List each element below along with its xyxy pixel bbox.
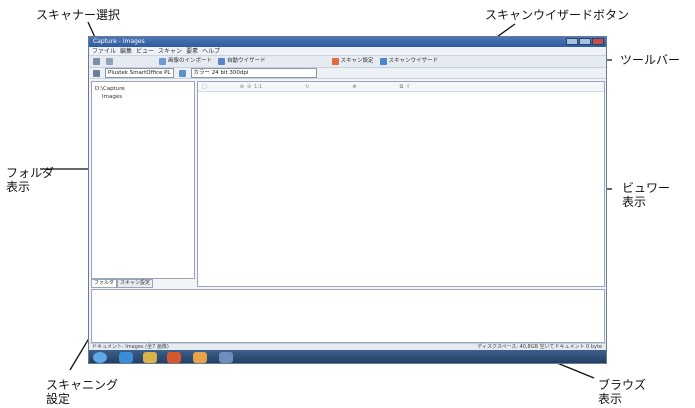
scanner-toolbar: Plustek SmartOffice PL カラー 24 bit 300dpi (89, 68, 606, 79)
capture-app-icon[interactable] (219, 352, 233, 363)
rotate-icon[interactable]: ↻ (305, 84, 309, 90)
menu-file[interactable]: ファイル (92, 47, 116, 55)
scan-wizard-button[interactable]: スキャンウイザード (378, 57, 441, 66)
auto-wizard-button[interactable]: 自動ウイザード (216, 57, 268, 66)
wizard-icon (218, 58, 226, 65)
tree-item-capture[interactable]: D:\Capture (92, 85, 194, 93)
scanner-icon (91, 69, 102, 78)
fit-icon[interactable]: ▢ (202, 84, 207, 90)
scan-settings-icon (331, 58, 339, 65)
actual-size-icon[interactable]: 1:1 (254, 84, 262, 90)
close-button[interactable] (592, 38, 604, 45)
tab-folder[interactable]: フォルダ (91, 279, 118, 288)
browser-icon[interactable] (119, 352, 133, 363)
menu-help[interactable]: ヘルプ (202, 47, 220, 55)
app-icon[interactable] (193, 352, 207, 363)
menu-elements[interactable]: 要素 (186, 47, 198, 55)
copy-icon[interactable]: ⧉ (400, 84, 404, 90)
window-title: Capture - Images (93, 38, 145, 45)
color-mode-icon (177, 69, 188, 78)
scan-button[interactable] (91, 57, 102, 66)
taskbar (89, 350, 606, 363)
import-image-button[interactable]: 画像のインポート (157, 57, 214, 66)
scan-settings-button[interactable]: スキャン設定 (330, 57, 376, 66)
minimize-button[interactable] (566, 38, 578, 45)
menu-edit[interactable]: 編集 (120, 47, 132, 55)
viewer-panel: ▢ ⊕ ⊖ 1:1 ↻ ✥ ⧉ ⇪ (197, 81, 605, 287)
move-icon[interactable]: ✥ (352, 84, 356, 90)
zoom-out-icon[interactable]: ⊖ (247, 84, 251, 90)
tree-item-images[interactable]: Images (92, 93, 194, 101)
zoom-in-icon[interactable]: ⊕ (240, 84, 244, 90)
folder-icon[interactable] (143, 352, 157, 363)
title-bar: Capture - Images (89, 37, 606, 47)
panel-tabs: フォルダ スキャン設定 (91, 279, 195, 288)
auto-wizard-label: 自動ウイザード (227, 58, 266, 64)
scan-settings-label: スキャン設定 (340, 58, 374, 64)
menu-scan[interactable]: スキャン (158, 47, 182, 55)
color-mode-select[interactable]: カラー 24 bit 300dpi (190, 68, 317, 78)
tab-scan-settings[interactable]: スキャン設定 (117, 279, 154, 288)
main-toolbar: 画像のインポート 自動ウイザード スキャン設定 スキャンウイザード (89, 56, 606, 68)
menu-view[interactable]: ビュー (136, 47, 154, 55)
folder-panel: D:\Capture Images (91, 81, 195, 279)
start-icon[interactable] (93, 352, 107, 363)
import-icon (159, 58, 166, 65)
scan-wizard-icon (379, 58, 387, 65)
scan-wizard-label: スキャンウイザード (388, 58, 439, 64)
viewer-toolbar: ▢ ⊕ ⊖ 1:1 ↻ ✥ ⧉ ⇪ (198, 82, 604, 92)
export-icon[interactable]: ⇪ (406, 84, 410, 90)
scanner-select[interactable]: Plustek SmartOffice PL (105, 68, 174, 78)
print-button[interactable] (104, 57, 115, 66)
software-window: Capture - Images ファイル 編集 ビュー スキャン 要素 ヘルプ… (88, 36, 607, 364)
browse-panel (91, 289, 605, 343)
menu-bar: ファイル 編集 ビュー スキャン 要素 ヘルプ (89, 47, 606, 56)
media-icon[interactable] (167, 352, 181, 363)
import-image-label: 画像のインポート (168, 58, 213, 64)
maximize-button[interactable] (579, 38, 591, 45)
